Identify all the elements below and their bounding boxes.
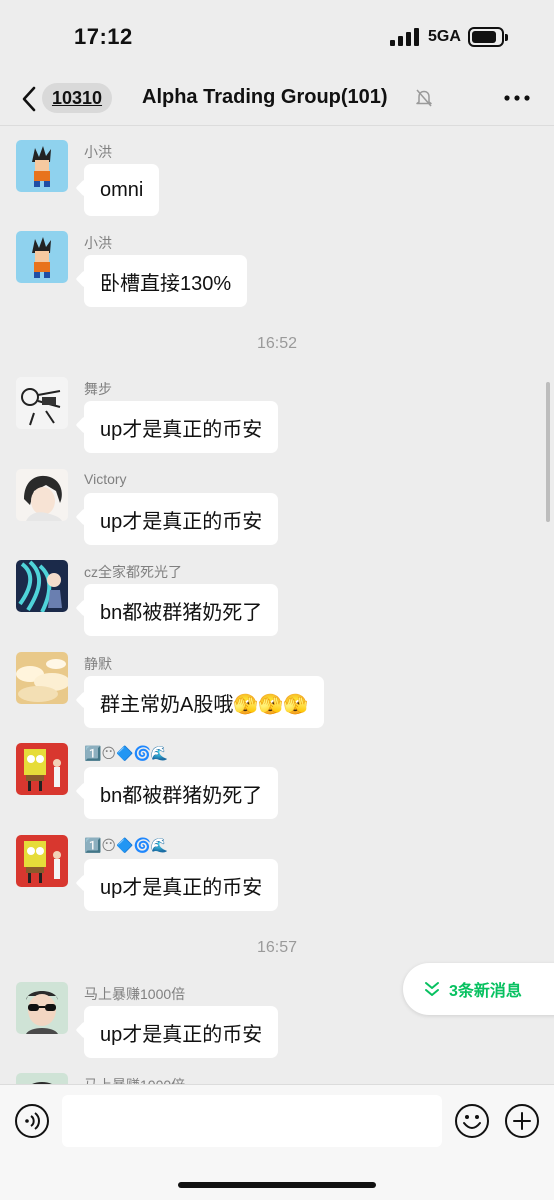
avatar[interactable] xyxy=(16,1073,68,1084)
goku-avatar-icon xyxy=(16,140,68,192)
avatar[interactable] xyxy=(16,377,68,429)
chat-title: Alpha Trading Group(101) xyxy=(142,86,388,108)
sender-name: cz全家都死光了 xyxy=(84,564,182,580)
avatar[interactable] xyxy=(16,652,68,704)
status-bar: 17:12 5GA xyxy=(0,0,554,72)
sender-name: Victory xyxy=(84,471,127,487)
signal-icon xyxy=(390,28,419,46)
message-item: 静默 群主常奶A股哦🫣🫣🫣 xyxy=(16,652,536,732)
scroll-indicator[interactable] xyxy=(546,382,550,522)
sunglasses-avatar-icon xyxy=(16,982,68,1034)
message-item: 舞步 up才是真正的币安 xyxy=(16,377,536,457)
sender-name: 静默 xyxy=(84,656,112,672)
avatar[interactable] xyxy=(16,231,68,283)
new-messages-button[interactable]: 3条新消息 xyxy=(403,963,554,1015)
spongebob-avatar-icon xyxy=(16,835,68,887)
sender-name: 1️⃣😶🔷🌀🌊 xyxy=(84,837,169,853)
spongebob-avatar-icon xyxy=(16,743,68,795)
avatar[interactable] xyxy=(16,835,68,887)
message-bubble[interactable]: bn都被群猪奶死了 xyxy=(84,584,279,636)
clouds-avatar-icon xyxy=(16,652,68,704)
time-stamp: 16:52 xyxy=(256,335,298,352)
emoji-icon[interactable] xyxy=(454,1103,490,1139)
sender-name: 小洪 xyxy=(84,144,112,160)
unread-count-badge[interactable]: 10310 xyxy=(42,83,112,113)
avatar[interactable] xyxy=(16,982,68,1034)
chat-message-list[interactable]: 小洪 omni 小洪 卧槽直接130% 16:52 舞步 up才是真正的币安 V… xyxy=(0,127,554,1084)
nav-bar: 10310 Alpha Trading Group(101) xyxy=(0,72,554,126)
status-time: 17:12 xyxy=(74,24,133,49)
mute-bell-icon xyxy=(416,89,432,107)
sender-name: 舞步 xyxy=(84,381,112,397)
avatar[interactable] xyxy=(16,560,68,612)
message-item: cz全家都死光了 bn都被群猪奶死了 xyxy=(16,560,536,640)
network-label: 5GA xyxy=(428,28,461,45)
sketch-avatar-icon xyxy=(16,377,68,429)
home-indicator[interactable] xyxy=(178,1182,376,1188)
sender-name: 小洪 xyxy=(84,235,112,251)
message-bubble[interactable]: 群主常奶A股哦🫣🫣🫣 xyxy=(84,676,325,728)
message-bubble[interactable]: up才是真正的币安 xyxy=(84,493,279,545)
message-bubble[interactable]: omni xyxy=(84,164,160,216)
avatar[interactable] xyxy=(16,743,68,795)
sender-name: 马上暴赚1000倍 xyxy=(84,986,186,1002)
battery-icon xyxy=(468,27,508,47)
message-text-input[interactable] xyxy=(62,1095,442,1147)
message-item: 1️⃣😶🔷🌀🌊 up才是真正的币安 xyxy=(16,835,536,915)
time-stamp: 16:57 xyxy=(256,939,298,956)
message-item: 小洪 卧槽直接130% xyxy=(16,231,536,311)
message-item: 小洪 omni xyxy=(16,140,536,220)
message-bubble[interactable]: 卧槽直接130% xyxy=(84,255,248,307)
message-bubble[interactable]: bn都被群猪奶死了 xyxy=(84,767,279,819)
goku-avatar-icon xyxy=(16,231,68,283)
voice-input-icon[interactable] xyxy=(14,1103,50,1139)
back-chevron-icon[interactable] xyxy=(18,84,42,114)
message-item: Victory up才是真正的币安 xyxy=(16,469,536,549)
message-item: 马上暴赚1000倍 xyxy=(16,1073,536,1084)
sunglasses-avatar-icon xyxy=(16,1073,68,1084)
double-chevron-down-icon xyxy=(425,982,439,996)
more-options-icon[interactable] xyxy=(502,88,532,108)
message-bubble[interactable]: up才是真正的币安 xyxy=(84,859,279,911)
plus-icon[interactable] xyxy=(504,1103,540,1139)
sender-name: 马上暴赚1000倍 xyxy=(84,1075,185,1084)
message-item: 1️⃣😶🔷🌀🌊 bn都被群猪奶死了 xyxy=(16,743,536,823)
new-messages-label: 3条新消息 xyxy=(449,983,522,1000)
sender-name: 1️⃣😶🔷🌀🌊 xyxy=(84,745,169,761)
avatar[interactable] xyxy=(16,140,68,192)
anime-boy-avatar-icon xyxy=(16,469,68,521)
avatar[interactable] xyxy=(16,469,68,521)
miku-avatar-icon xyxy=(16,560,68,612)
message-bubble[interactable]: up才是真正的币安 xyxy=(84,1006,279,1058)
message-bubble[interactable]: up才是真正的币安 xyxy=(84,401,279,453)
